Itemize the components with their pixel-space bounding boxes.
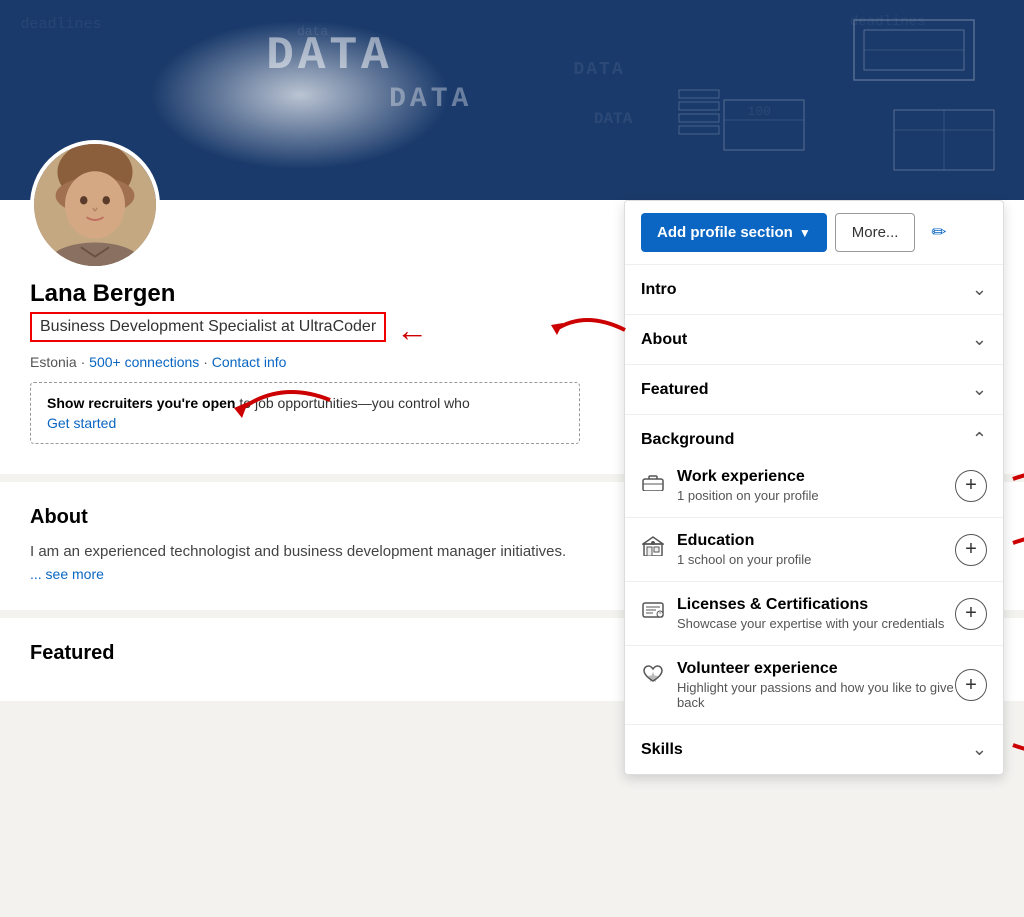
background-title: Background: [641, 431, 734, 449]
banner-text: deadlines data DATA DATA DATA DATA 100 d…: [0, 0, 1024, 200]
profile-location: Estonia: [30, 354, 77, 370]
menu-item-volunteer-left: Volunteer experience Highlight your pass…: [641, 660, 955, 710]
open-suffix: to job opportunities—you control who: [236, 395, 470, 411]
arrow-to-skills: [1003, 725, 1024, 770]
work-experience-text: Work experience 1 position on your profi…: [677, 468, 819, 503]
volunteer-text: Volunteer experience Highlight your pass…: [677, 660, 955, 710]
about-chevron-down-icon[interactable]: ⌄: [972, 329, 987, 350]
avatar: [30, 140, 160, 270]
menu-item-featured-label: Featured: [641, 381, 709, 399]
add-licenses-button[interactable]: +: [955, 598, 987, 630]
banner-grid: [674, 0, 1024, 200]
menu-item-featured-left: Featured: [641, 381, 972, 399]
school-icon: [641, 534, 665, 558]
avatar-svg: [34, 144, 156, 266]
edit-pencil-icon: ✏: [931, 222, 946, 242]
briefcase-svg: [642, 473, 664, 491]
menu-item-skills[interactable]: Skills ⌄: [625, 725, 1003, 774]
cert-svg: [642, 601, 664, 619]
menu-item-education[interactable]: Education 1 school on your profile +: [625, 518, 1003, 582]
skills-chevron-down-icon[interactable]: ⌄: [972, 739, 987, 760]
profile-banner: deadlines data DATA DATA DATA DATA 100 d…: [0, 0, 1024, 200]
add-section-chevron-icon: ▼: [799, 226, 811, 240]
menu-item-about[interactable]: About ⌄: [625, 315, 1003, 365]
contact-info-link[interactable]: Contact info: [212, 354, 287, 370]
see-more-link[interactable]: ... see more: [30, 566, 104, 582]
background-chevron-up-icon[interactable]: ⌃: [972, 429, 987, 450]
banner-word-3: DATA: [573, 60, 624, 80]
page-wrapper: deadlines data DATA DATA DATA DATA 100 d…: [0, 0, 1024, 701]
background-header[interactable]: Background ⌃: [625, 415, 1003, 454]
menu-item-intro-left: Intro: [641, 281, 972, 299]
banner-data-1: DATA: [266, 30, 392, 82]
profile-headline: Business Development Specialist at Ultra…: [30, 312, 386, 342]
skills-label: Skills: [641, 741, 683, 759]
education-text: Education 1 school on your profile: [677, 532, 811, 567]
connections-link[interactable]: 500+ connections: [89, 354, 199, 370]
add-education-button[interactable]: +: [955, 534, 987, 566]
intro-chevron-down-icon[interactable]: ⌄: [972, 279, 987, 300]
open-strong: Show recruiters you're open: [47, 395, 236, 411]
menu-item-about-label: About: [641, 331, 687, 349]
menu-item-licenses-left: Licenses & Certifications Showcase your …: [641, 596, 955, 631]
open-to-work-text: Show recruiters you're open to job oppor…: [47, 395, 470, 411]
menu-item-intro[interactable]: Intro ⌄: [625, 265, 1003, 315]
school-svg: [642, 536, 664, 556]
menu-item-about-left: About: [641, 331, 972, 349]
panel-menu: Intro ⌄ About ⌄: [625, 265, 1003, 774]
skills-arrow-svg: [1003, 725, 1024, 765]
menu-item-education-left: Education 1 school on your profile: [641, 532, 955, 567]
banner-word-1: deadlines: [20, 16, 101, 33]
menu-item-work-left: Work experience 1 position on your profi…: [641, 468, 955, 503]
menu-item-licenses[interactable]: Licenses & Certifications Showcase your …: [625, 582, 1003, 646]
arrow-to-headline: ←: [396, 314, 428, 346]
add-profile-section-button[interactable]: Add profile section ▼: [641, 213, 827, 252]
menu-item-intro-label: Intro: [641, 281, 677, 299]
more-button[interactable]: More...: [835, 213, 916, 252]
add-section-label: Add profile section: [657, 224, 793, 241]
edit-button[interactable]: ✏: [923, 213, 954, 252]
featured-chevron-down-icon[interactable]: ⌄: [972, 379, 987, 400]
menu-item-featured[interactable]: Featured ⌄: [625, 365, 1003, 415]
volunteer-svg: [642, 664, 664, 684]
avatar-image: [34, 144, 156, 266]
open-to-work-box: Show recruiters you're open to job oppor…: [30, 382, 580, 444]
add-work-experience-button[interactable]: +: [955, 470, 987, 502]
get-started-link[interactable]: Get started: [47, 415, 563, 431]
menu-item-skills-left: Skills: [641, 741, 972, 759]
menu-item-work-experience[interactable]: Work experience 1 position on your profi…: [625, 454, 1003, 518]
add-section-panel: Add profile section ▼ More... ✏ Intro ⌄: [624, 200, 1004, 775]
menu-item-volunteer[interactable]: Volunteer experience Highlight your pass…: [625, 646, 1003, 725]
panel-header: Add profile section ▼ More... ✏: [625, 201, 1003, 265]
add-volunteer-button[interactable]: +: [955, 669, 987, 701]
banner-word-4: DATA: [594, 110, 632, 128]
certificate-icon: [641, 598, 665, 622]
about-body-text: I am an experienced technologist and bus…: [30, 543, 496, 560]
volunteer-icon: [641, 662, 665, 686]
briefcase-icon: [641, 470, 665, 494]
about-body-suffix: initiatives.: [500, 543, 566, 560]
licenses-text: Licenses & Certifications Showcase your …: [677, 596, 944, 631]
banner-data-2: DATA: [389, 84, 472, 115]
